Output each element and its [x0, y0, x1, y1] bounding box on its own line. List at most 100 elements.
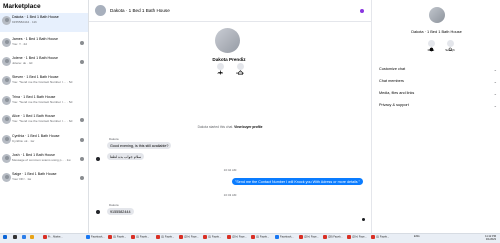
media-files-links-section[interactable]: Media, files and links ⌄ [379, 91, 497, 99]
avatar [2, 57, 11, 66]
chat-panel: Dakota · 1 Bed 1 Bath House Dakota Prend… [89, 0, 371, 233]
avatar [96, 157, 100, 161]
taskbar-button[interactable] [30, 235, 35, 243]
search-button[interactable]: Search [438, 40, 462, 52]
avatar [2, 38, 11, 47]
chevron-down-icon: ⌄ [493, 67, 497, 72]
conversation-item[interactable]: Cynthia · 1 Bed 1 Bath House Cynthia: ok… [0, 132, 88, 151]
read-receipt-icon [80, 41, 84, 45]
system-message: Dakota started this chat. View buyer pro… [149, 125, 311, 129]
taskbar-button[interactable]: (1) Faceb... [251, 235, 269, 243]
message-bubble: ﺳﻼم ﺟﻮاب ﺑﺪه لطفا [107, 153, 145, 160]
taskbar-button[interactable]: (28) Faceb... [323, 235, 343, 243]
conversation-item[interactable]: Steven · 1 Bed 1 Bath House You: "Send m… [0, 73, 88, 92]
app-icon [3, 235, 7, 239]
conversation-name: Saige · 1 Bed 1 Bath House [12, 172, 57, 176]
read-receipt-icon [80, 157, 84, 161]
search-icon [446, 40, 454, 52]
profile-avatar[interactable] [429, 7, 445, 23]
messenger-window: Marketplace Dakota · 1 Bed 1 Bath House … [0, 0, 500, 243]
app-icon [347, 235, 351, 239]
taskbar-button[interactable]: (1) Faceb... [156, 235, 174, 243]
conversation-preview: You: "Send me the Contact Number I ... ·… [12, 100, 73, 104]
conversation-sidebar: Marketplace Dakota · 1 Bed 1 Bath House … [0, 0, 89, 233]
section-label: Privacy & support [379, 103, 409, 107]
privacy-support-section[interactable]: Privacy & support ⌄ [379, 103, 497, 111]
conversation-name: Steven · 1 Bed 1 Bath House [12, 75, 59, 79]
message-bubble: Good evening, is this still available? [107, 142, 172, 149]
chat-title[interactable]: Dakota · 1 Bed 1 Bath House [110, 8, 170, 13]
taskbar-button[interactable]: (20+) Face... [227, 235, 247, 243]
conversation-item[interactable]: Trina · 1 Bed 1 Bath House You: "Send me… [0, 93, 88, 112]
read-receipt-icon [80, 118, 84, 122]
home-icon [236, 63, 244, 75]
avatar [2, 96, 11, 105]
taskbar-button-label: (1) Faceb... [136, 235, 150, 239]
conversation-item[interactable]: Alice · 1 Bed 1 Bath House You: "Send me… [0, 112, 88, 131]
taskbar-button[interactable]: (1) Faceb... [203, 235, 221, 243]
avatar[interactable] [95, 5, 106, 16]
seen-indicator-icon [362, 218, 365, 221]
taskbar-button-label: (1) Faceb... [113, 235, 127, 239]
app-icon [13, 235, 17, 239]
taskbar-button[interactable] [3, 235, 8, 243]
app-icon [299, 235, 303, 239]
taskbar-button[interactable]: (20+) Face... [299, 235, 319, 243]
taskbar-button[interactable]: Facebook... [86, 235, 105, 243]
app-icon [86, 235, 90, 239]
taskbar-button[interactable]: Fr... Marke... [43, 235, 63, 243]
app-icon [156, 235, 160, 239]
app-icon [275, 235, 279, 239]
taskbar-button[interactable]: (1) Faceb... [371, 235, 389, 243]
app-icon [323, 235, 327, 239]
avatar [2, 115, 11, 124]
taskbar-button-label: (20+) Face... [232, 235, 247, 239]
taskbar-button-label: (20+) Face... [184, 235, 199, 239]
conversation-name: Dakota · 1 Bed 1 Bath House [12, 15, 59, 19]
chevron-down-icon: ⌄ [493, 103, 497, 108]
conversation-preview: Jolene: ok · 4d [12, 61, 33, 65]
taskbar-clock[interactable]: 11:12 PM 3/1/2023 [478, 235, 496, 242]
section-label: Chat members [379, 79, 404, 83]
details-panel: Dakota · 1 Bed 1 Bath House Mute Search … [371, 0, 500, 233]
conversation-item[interactable]: Jolene · 1 Bed 1 Bath House Jolene: ok ·… [0, 54, 88, 73]
sidebar-title: Marketplace [3, 3, 41, 10]
taskbar-button-label: (1) Faceb... [376, 235, 390, 239]
taskbar-button[interactable]: (1) Faceb... [108, 235, 126, 243]
conversation-item[interactable]: Dakota · 1 Bed 1 Bath House 9155582444 ·… [0, 13, 88, 32]
taskbar-button-label: (1) Faceb... [208, 235, 222, 239]
chevron-down-icon: ⌄ [493, 79, 497, 84]
taskbar-button-label: (1) Faceb... [256, 235, 270, 239]
avatar [96, 210, 100, 214]
taskbar-button[interactable]: (20+) Face... [347, 235, 367, 243]
avatar [2, 173, 11, 182]
taskbar-button[interactable] [22, 235, 27, 243]
taskbar-button[interactable] [13, 235, 18, 243]
taskbar-button[interactable]: (20+) Face... [179, 235, 199, 243]
conversation-item[interactable]: Josh · 1 Bed 1 Bath House Message of com… [0, 151, 88, 170]
profile-avatar[interactable] [215, 28, 240, 53]
taskbar-button[interactable]: Facebook... [275, 235, 294, 243]
bell-icon [427, 40, 435, 52]
avatar [2, 16, 11, 25]
conversation-name: Trina · 1 Bed 1 Bath House [12, 95, 56, 99]
add-button[interactable]: Add [210, 63, 230, 75]
view-buyer-profile-link[interactable]: View buyer profile [234, 125, 262, 129]
home-button[interactable]: Home [230, 63, 250, 75]
conversation-item[interactable]: James · 1 Bed 1 Bath House You: !! · 4d [0, 35, 88, 54]
conversation-name: James · 1 Bed 1 Bath House [12, 37, 58, 41]
info-icon[interactable] [360, 9, 364, 13]
avatar [2, 76, 11, 85]
tray-language[interactable]: ENG [414, 235, 420, 243]
taskbar-button-label: Facebook... [91, 235, 105, 239]
conversation-item[interactable]: Saige · 1 Bed 1 Bath House Your OK! · 1w [0, 170, 88, 189]
timestamp: 10:42 AM [223, 168, 237, 172]
app-icon [251, 235, 255, 239]
customize-chat-section[interactable]: Customize chat ⌄ [379, 67, 497, 75]
chat-members-section[interactable]: Chat members ⌄ [379, 79, 497, 87]
app-icon [227, 235, 231, 239]
chat-header: Dakota · 1 Bed 1 Bath House [89, 0, 371, 22]
avatar [2, 135, 11, 144]
read-receipt-icon [80, 138, 84, 142]
taskbar-button[interactable]: (1) Faceb... [131, 235, 149, 243]
